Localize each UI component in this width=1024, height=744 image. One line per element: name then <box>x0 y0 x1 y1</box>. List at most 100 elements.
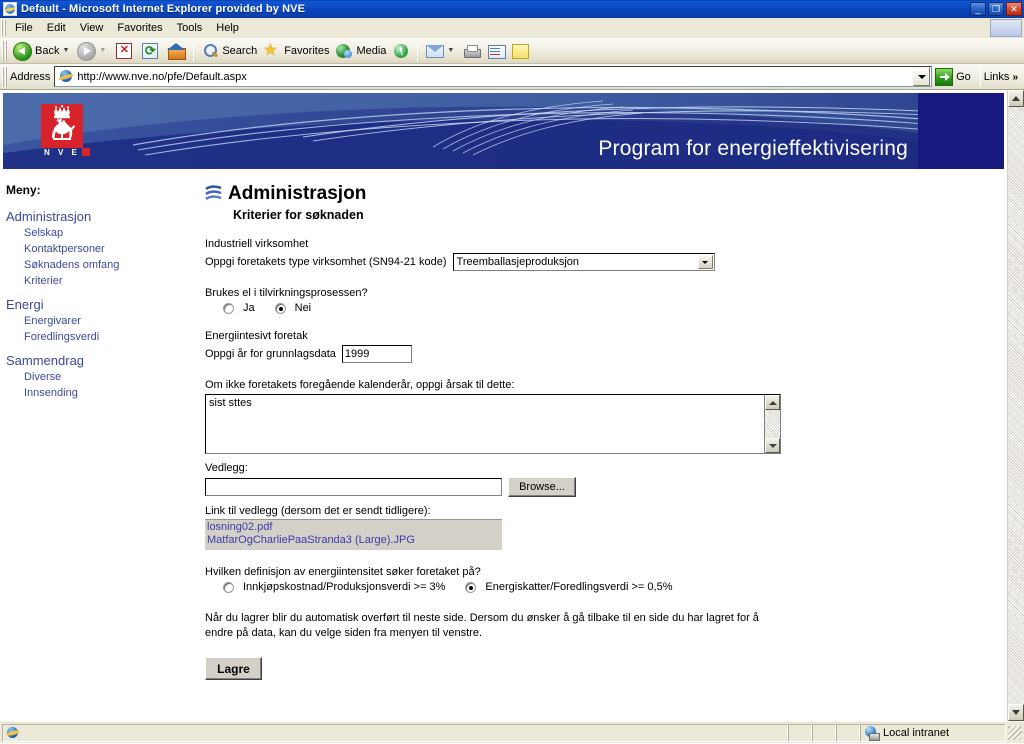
sidebar-item-kriterier[interactable]: Kriterier <box>24 273 195 289</box>
toolbar-separator-2 <box>417 40 419 61</box>
radio-def-innkjopskostnad[interactable] <box>223 581 234 593</box>
forward-button[interactable]: ▼ <box>74 39 111 63</box>
back-button[interactable]: Back ▼ <box>10 39 74 63</box>
browser-viewport: Program for energieffektivisering N V E … <box>0 90 1024 721</box>
status-zone-panel[interactable]: Local intranet <box>860 723 1006 742</box>
radio-el-ja[interactable] <box>223 302 234 314</box>
search-label: Search <box>222 44 258 57</box>
radio-el-ja-label: Ja <box>243 302 255 314</box>
menu-favorites[interactable]: Favorites <box>110 20 169 36</box>
print-button[interactable] <box>459 40 484 62</box>
menu-file[interactable]: File <box>8 20 40 36</box>
textarea-scroll-down-icon[interactable] <box>765 438 780 453</box>
address-dropdown-chevron-icon[interactable] <box>913 67 931 86</box>
electricity-question-label: Brukes el i tilvirkningsprosessen? <box>205 287 368 299</box>
sidebar-item-innsending[interactable]: Innsending <box>24 385 195 401</box>
links-button[interactable]: Links » <box>984 71 1022 83</box>
local-intranet-icon <box>864 725 880 741</box>
search-icon <box>201 42 219 60</box>
radio-def-energiskatter[interactable] <box>465 581 477 593</box>
forward-dropdown-chevron-icon[interactable]: ▼ <box>99 47 106 54</box>
year-input[interactable] <box>341 345 412 363</box>
mail-dropdown-chevron-icon[interactable]: ▼ <box>447 47 454 54</box>
media-globe-icon <box>335 42 353 60</box>
menu-view[interactable]: View <box>73 20 111 36</box>
attached-file-link-2[interactable]: MatfarOgCharliePaaStranda3 (Large).JPG <box>207 534 500 547</box>
sidebar-item-sammendrag[interactable]: Sammendrag <box>6 353 195 368</box>
web-page: Program for energieffektivisering N V E … <box>0 90 1007 721</box>
scroll-up-icon[interactable] <box>1008 90 1024 107</box>
nav-group-energi: Energi Energivarer Foredlingsverdi <box>6 297 195 345</box>
electricity-radio-group: Ja Nei <box>223 302 1007 314</box>
favorites-button[interactable]: Favorites <box>260 40 332 62</box>
sidebar-nav: Meny: Administrasjon Selskap Kontaktpers… <box>0 183 195 680</box>
menubar-grip[interactable] <box>1 19 6 36</box>
radio-el-nei-label: Nei <box>294 302 312 314</box>
browse-button[interactable]: Browse... <box>508 477 576 497</box>
stop-button[interactable] <box>111 39 137 63</box>
attachment-section: Vedlegg: Browse... <box>205 462 1007 497</box>
sidebar-item-selskap[interactable]: Selskap <box>24 225 195 241</box>
industry-field-label: Oppgi foretakets type virksomhet (SN94-2… <box>205 256 447 268</box>
edit-button[interactable] <box>484 40 509 62</box>
nve-logo[interactable]: N V E <box>41 104 90 158</box>
back-label: Back <box>35 44 60 57</box>
reason-textarea-container[interactable]: sist sttes <box>205 394 781 454</box>
search-button[interactable]: Search <box>198 40 260 62</box>
go-arrow-icon <box>935 67 954 86</box>
page-subtitle: Kriterier for søknaden <box>233 208 364 222</box>
attachment-file-input[interactable] <box>205 478 502 496</box>
media-button[interactable]: Media <box>332 40 389 62</box>
close-button[interactable]: ✕ <box>1006 2 1022 16</box>
sidebar-item-diverse[interactable]: Diverse <box>24 369 195 385</box>
addressbar-grip[interactable] <box>2 66 7 87</box>
discuss-button[interactable] <box>509 40 532 61</box>
home-button[interactable] <box>163 39 189 63</box>
page-title: Administrasjon <box>228 183 367 204</box>
go-button[interactable]: Go <box>932 67 977 86</box>
menu-tools[interactable]: Tools <box>170 20 210 36</box>
media-label: Media <box>356 44 387 57</box>
back-dropdown-chevron-icon[interactable]: ▼ <box>62 47 69 54</box>
attached-file-link-1[interactable]: losning02.pdf <box>207 521 500 534</box>
sidebar-item-soknadens-omfang[interactable]: Søknadens omfang <box>24 257 195 273</box>
banner-title: Program for energieffektivisering <box>598 137 908 160</box>
minimize-button[interactable]: _ <box>970 2 986 16</box>
menu-edit[interactable]: Edit <box>40 20 73 36</box>
history-button[interactable] <box>389 40 413 62</box>
sidebar-item-energivarer[interactable]: Energivarer <box>24 313 195 329</box>
select-chevron-down-icon[interactable] <box>697 255 713 269</box>
textarea-scrollbar[interactable] <box>764 395 780 453</box>
save-button[interactable]: Lagre <box>205 657 262 680</box>
status-panel-4 <box>836 723 860 742</box>
address-input-container[interactable] <box>54 66 933 87</box>
favorites-label: Favorites <box>284 44 330 57</box>
window-title: Default - Microsoft Internet Explorer pr… <box>21 3 306 15</box>
sidebar-item-administrasjon[interactable]: Administrasjon <box>6 209 195 224</box>
resize-grip[interactable] <box>1008 725 1022 740</box>
sidebar-item-energi[interactable]: Energi <box>6 297 195 312</box>
toolbar-grip[interactable] <box>2 40 7 61</box>
history-clock-icon <box>392 42 410 60</box>
address-input[interactable] <box>77 70 914 83</box>
refresh-button[interactable] <box>137 39 163 63</box>
definition-question-label: Hvilken definisjon av energiintensitet s… <box>205 566 481 578</box>
energy-section-label: Energiintesivt foretak <box>205 330 308 342</box>
links-label: Links <box>983 70 1010 83</box>
textarea-scroll-up-icon[interactable] <box>765 395 780 410</box>
status-bar: Local intranet <box>0 721 1024 743</box>
address-label: Address <box>10 70 51 83</box>
menu-help[interactable]: Help <box>209 20 246 36</box>
reason-textarea[interactable]: sist sttes <box>206 395 764 453</box>
sidebar-item-kontaktpersoner[interactable]: Kontaktpersoner <box>24 241 195 257</box>
address-separator <box>979 66 981 87</box>
restore-button[interactable]: ❐ <box>988 2 1004 16</box>
status-panel-2 <box>788 723 812 742</box>
industry-type-select[interactable]: Treemballasjeproduksjon <box>452 253 715 271</box>
page-vertical-scrollbar[interactable] <box>1007 90 1024 721</box>
radio-el-nei[interactable] <box>274 302 286 314</box>
mail-button[interactable]: ▼ <box>422 40 459 61</box>
scroll-down-icon[interactable] <box>1008 704 1024 721</box>
sidebar-item-foredlingsverdi[interactable]: Foredlingsverdi <box>24 329 195 345</box>
browser-toolbar: Back ▼ ▼ Search Favorites Media ▼ <box>0 38 1024 64</box>
